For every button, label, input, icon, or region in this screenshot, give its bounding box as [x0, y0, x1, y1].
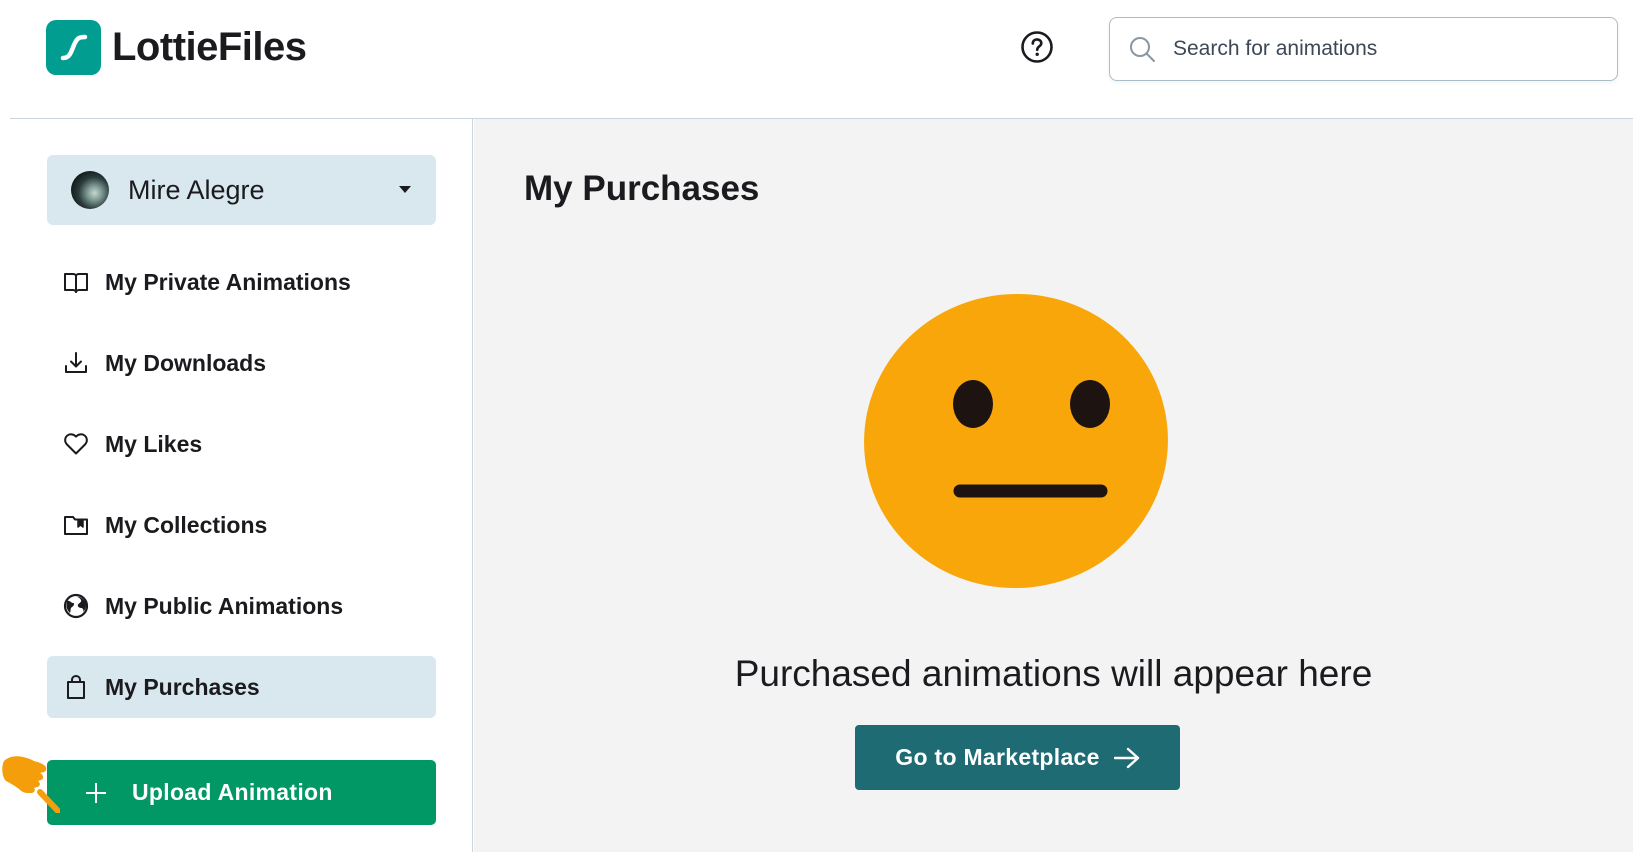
shopping-bag-icon	[67, 674, 85, 699]
avatar	[71, 171, 109, 209]
sidebar-item-collections[interactable]: My Collections	[47, 494, 436, 556]
sidebar-item-likes[interactable]: My Likes	[47, 413, 436, 475]
download-icon	[65, 352, 87, 373]
sidebar-item-private-animations[interactable]: My Private Animations	[47, 251, 436, 313]
upload-animation-label: Upload Animation	[132, 779, 333, 805]
sidebar-item-label: My Likes	[105, 430, 203, 457]
plus-icon	[86, 782, 106, 803]
sidebar-item-purchases[interactable]: My Purchases	[47, 656, 436, 718]
sidebar-item-public-animations[interactable]: My Public Animations	[47, 575, 436, 637]
top-header: LottieFiles	[0, 0, 1633, 118]
sidebar-item-label: My Collections	[105, 511, 268, 538]
arrow-right-icon	[1113, 747, 1139, 768]
user-name: Mire Alegre	[128, 174, 265, 205]
sidebar-item-label: My Purchases	[105, 673, 260, 700]
page-title: My Purchases	[524, 169, 760, 208]
sidebar: Mire Alegre My Private Animations My Dow…	[0, 119, 473, 852]
book-open-icon	[64, 273, 88, 293]
search-icon	[1130, 37, 1155, 62]
hand-pointer-icon	[2, 756, 60, 813]
search-input[interactable]	[1173, 37, 1593, 61]
go-to-marketplace-button[interactable]: Go to Marketplace	[855, 725, 1180, 790]
lottiefiles-logo-icon	[46, 20, 101, 75]
globe-icon	[63, 593, 89, 619]
empty-state-message: Purchased animations will appear here	[734, 653, 1373, 694]
sidebar-item-label: My Public Animations	[105, 592, 344, 619]
logo-text: LottieFiles	[112, 25, 307, 69]
neutral-face-icon	[864, 293, 1168, 589]
lottiefiles-logo[interactable]: LottieFiles	[46, 20, 307, 75]
main-content: My Purchases Purchased animations will a…	[474, 119, 1633, 852]
upload-animation-button[interactable]: Upload Animation	[47, 760, 436, 825]
user-menu-button[interactable]: Mire Alegre	[47, 155, 436, 225]
sidebar-item-downloads[interactable]: My Downloads	[47, 332, 436, 394]
caret-down-icon	[399, 186, 411, 193]
heart-icon	[64, 433, 88, 455]
sidebar-item-label: My Private Animations	[105, 268, 351, 295]
sidebar-item-label: My Downloads	[105, 349, 267, 376]
search-box[interactable]	[1109, 17, 1618, 81]
folder-bookmark-icon	[64, 516, 88, 535]
sidebar-nav: My Private Animations My Downloads My Li…	[47, 251, 436, 737]
help-icon[interactable]	[1020, 30, 1054, 64]
go-to-marketplace-label: Go to Marketplace	[895, 744, 1100, 770]
